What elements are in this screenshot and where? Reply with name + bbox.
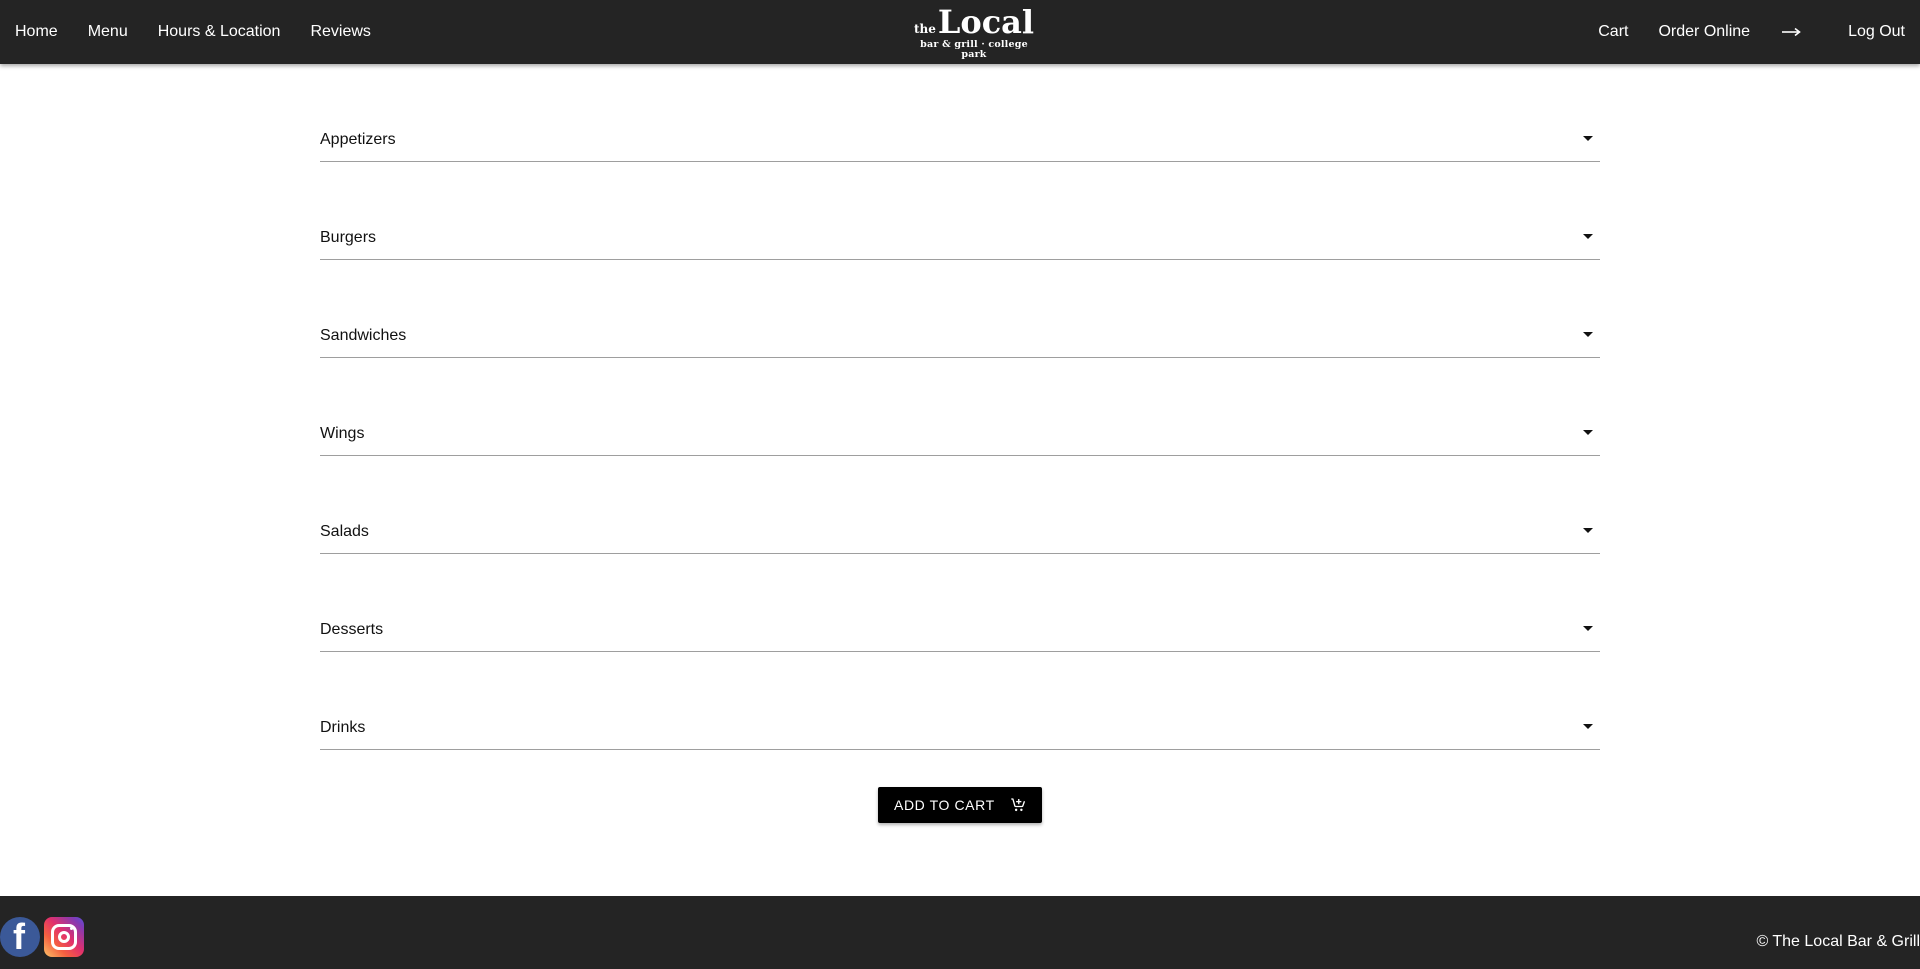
section-title: Appetizers [320, 131, 396, 148]
nav-home-link[interactable]: Home [15, 23, 58, 41]
menu-section-desserts[interactable]: Desserts [320, 554, 1600, 652]
caret-down-icon [1583, 626, 1593, 631]
section-title: Burgers [320, 229, 377, 246]
logo-name-text: Local [937, 3, 1035, 41]
caret-down-icon [1583, 430, 1593, 435]
menu-content: Appetizers Burgers Sandwiches Wings Sala… [320, 64, 1600, 823]
caret-down-icon [1583, 332, 1593, 337]
social-links: f [0, 917, 84, 957]
nav-order-online-link[interactable]: Order Online [1658, 23, 1750, 41]
menu-section-burgers[interactable]: Burgers [320, 162, 1600, 260]
copyright-text: © The Local Bar & Grill [1756, 933, 1920, 950]
site-footer: f © The Local Bar & Grill [0, 896, 1920, 969]
logo-the-text: the [913, 22, 936, 36]
caret-down-icon [1583, 528, 1593, 533]
menu-section-sandwiches[interactable]: Sandwiches [320, 260, 1600, 358]
add-to-cart-wrapper: ADD TO CART [878, 787, 1042, 823]
nav-reviews-link[interactable]: Reviews [310, 23, 370, 41]
logout-label: Log Out [1848, 23, 1905, 40]
section-title: Drinks [320, 719, 366, 736]
instagram-icon[interactable] [44, 917, 84, 957]
menu-section-drinks[interactable]: Drinks [320, 652, 1600, 750]
logo-wordmark: the Local [912, 6, 1036, 38]
menu-section-salads[interactable]: Salads [320, 456, 1600, 554]
nav-hours-location-link[interactable]: Hours & Location [158, 23, 281, 41]
arrow-right-icon [1782, 27, 1801, 37]
nav-cart-link[interactable]: Cart [1598, 23, 1628, 41]
add-to-cart-label: ADD TO CART [894, 797, 995, 813]
section-title: Desserts [320, 621, 384, 638]
facebook-icon[interactable]: f [0, 917, 40, 957]
section-title: Sandwiches [320, 327, 407, 344]
top-navigation-bar: Home Menu Hours & Location Reviews the L… [0, 0, 1920, 64]
add-to-cart-button[interactable]: ADD TO CART [878, 787, 1042, 823]
caret-down-icon [1583, 724, 1593, 729]
caret-down-icon [1583, 234, 1593, 239]
section-title: Salads [320, 523, 369, 540]
nav-menu-link[interactable]: Menu [88, 23, 128, 41]
logo-tagline: bar & grill · college park [920, 39, 1028, 60]
add-shopping-cart-icon [1010, 798, 1025, 812]
section-title: Wings [320, 425, 365, 442]
account-nav: Cart Order Online Log Out [1568, 0, 1905, 64]
primary-nav: Home Menu Hours & Location Reviews [15, 0, 401, 64]
menu-section-wings[interactable]: Wings [320, 358, 1600, 456]
logout-button[interactable]: Log Out [1782, 23, 1905, 41]
site-logo[interactable]: the Local bar & grill · college park [912, 6, 1036, 59]
menu-section-appetizers[interactable]: Appetizers [320, 64, 1600, 162]
caret-down-icon [1583, 136, 1593, 141]
